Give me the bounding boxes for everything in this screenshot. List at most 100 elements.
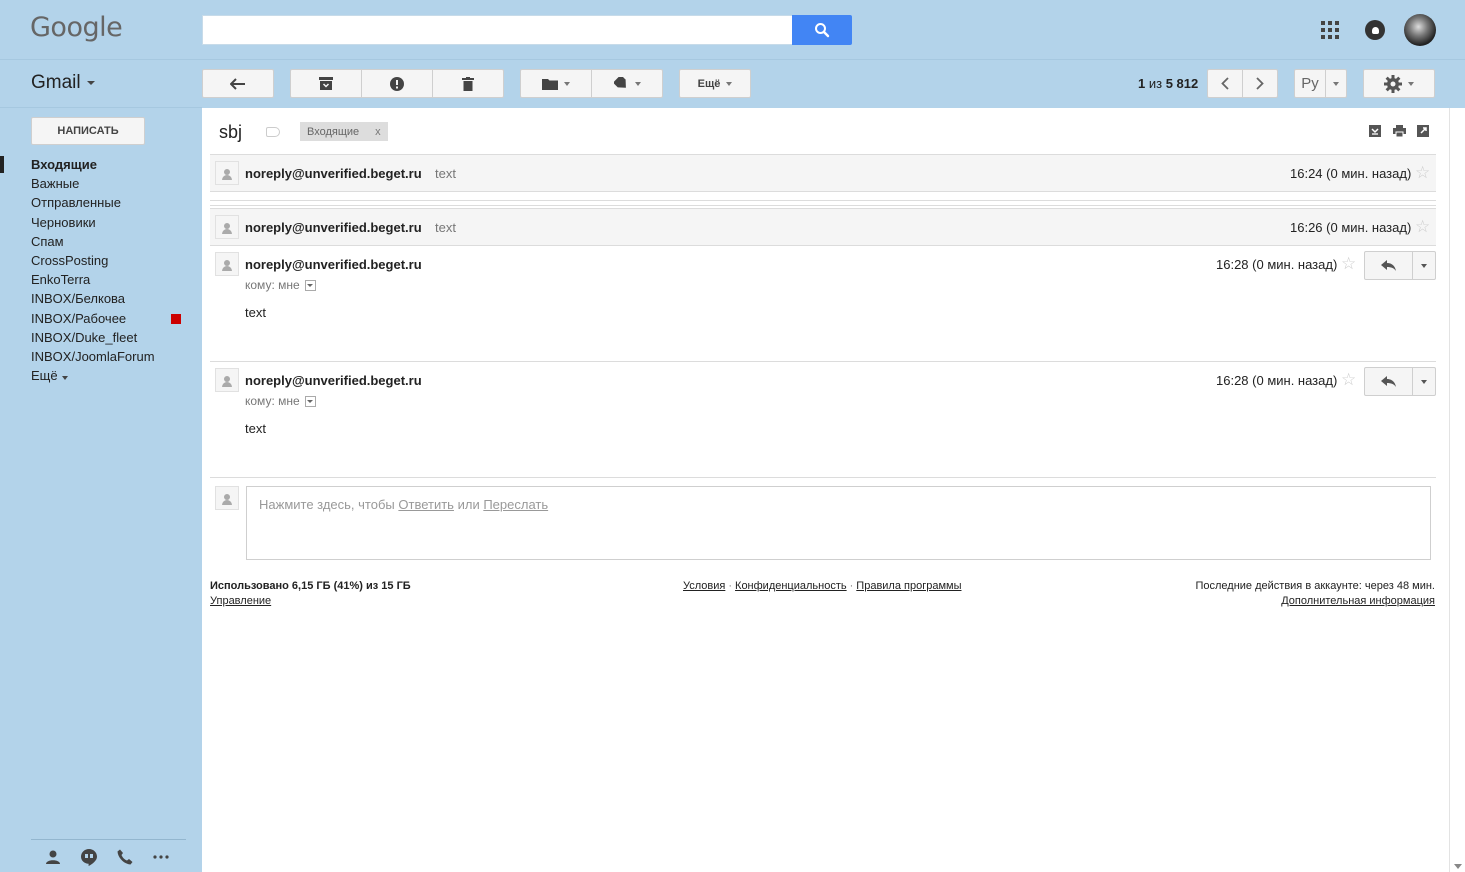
recipients-text: кому: мне (245, 394, 300, 408)
pager-counter: 1 из 5 812 (1138, 76, 1198, 91)
message-collapsed-1[interactable]: noreply@unverified.beget.ru text 16:24 (… (210, 154, 1436, 192)
program-policies-link[interactable]: Правила программы (856, 580, 961, 592)
chevron-down-icon (1333, 81, 1339, 86)
message-sender: noreply@unverified.beget.ru (245, 166, 422, 181)
sidebar-item-inbox-joomlaforum[interactable]: INBOX/JoomlaForum (0, 347, 200, 366)
apps-grid-icon[interactable] (1321, 21, 1339, 39)
report-spam-icon (390, 76, 404, 91)
sidebar-item-label: Ещё (31, 368, 58, 384)
star-icon[interactable]: ☆ (1341, 371, 1356, 388)
sidebar-item-important[interactable]: Важные (0, 174, 200, 193)
labels-button[interactable] (591, 69, 663, 98)
sender-avatar-icon (215, 161, 239, 185)
manage-storage-link[interactable]: Управление (210, 595, 411, 607)
reply-split-button (1364, 367, 1436, 396)
sidebar-item-inbox[interactable]: Входящие (0, 155, 200, 174)
reply-more-dropdown[interactable] (1413, 252, 1435, 279)
folder-icon (542, 78, 558, 90)
phone-icon[interactable] (116, 848, 134, 866)
chevron-down-icon (726, 81, 733, 86)
message-body: text (245, 305, 266, 320)
new-window-icon[interactable] (1417, 125, 1429, 137)
chevron-down-icon (634, 81, 641, 86)
settings-button[interactable] (1363, 69, 1435, 98)
reply-or-text: или (457, 497, 480, 512)
reply-link[interactable]: Ответить (398, 497, 454, 512)
star-icon[interactable]: ☆ (1415, 164, 1430, 181)
message-snippet: text (435, 166, 456, 181)
sidebar-item-crossposting[interactable]: CrossPosting (0, 251, 200, 270)
activity-details-link[interactable]: Дополнительная информация (1195, 595, 1435, 607)
expand-all-icon[interactable] (1369, 125, 1381, 137)
sidebar-item-enkoterra[interactable]: EnkoTerra (0, 270, 200, 289)
sidebar-item-more[interactable]: Ещё (0, 366, 200, 385)
move-to-button[interactable] (520, 69, 592, 98)
label-chip-inbox[interactable]: Входящие x (300, 122, 388, 141)
privacy-link[interactable]: Конфиденциальность (735, 580, 847, 592)
newer-button[interactable] (1207, 69, 1243, 98)
more-actions-button[interactable]: Ещё (679, 69, 751, 98)
quick-reply-box[interactable]: Нажмите здесь, чтобы Ответить или Пересл… (246, 486, 1431, 560)
sidebar-item-inbox-duke-fleet[interactable]: INBOX/Duke_fleet (0, 328, 200, 347)
message-sender[interactable]: noreply@unverified.beget.ru (245, 257, 422, 272)
storage-usage-text: Использовано 6,15 ГБ (41%) из 15 ГБ (210, 580, 411, 592)
message-collapsed-2[interactable]: noreply@unverified.beget.ru text 16:26 (… (210, 208, 1436, 246)
contacts-icon[interactable] (44, 848, 62, 866)
older-button[interactable] (1242, 69, 1278, 98)
report-spam-button[interactable] (361, 69, 433, 98)
reply-button[interactable] (1365, 368, 1413, 395)
sidebar-nav: Входящие Важные Отправленные Черновики С… (0, 155, 200, 385)
label-color-swatch[interactable] (171, 313, 181, 324)
header-divider (0, 59, 1465, 60)
search-input[interactable] (202, 15, 792, 45)
sidebar-item-drafts[interactable]: Черновики (0, 213, 200, 232)
input-tools-label: Ру (1301, 75, 1319, 92)
chevron-left-icon (1221, 77, 1229, 90)
compose-button[interactable]: НАПИСАТЬ (31, 117, 145, 145)
importance-marker-icon[interactable] (266, 127, 280, 137)
gmail-switcher[interactable]: Gmail (31, 72, 95, 94)
show-details-dropdown[interactable] (304, 279, 316, 291)
pager-separator: из (1148, 76, 1163, 91)
reply-button[interactable] (1365, 252, 1413, 279)
remove-label-button[interactable]: x (375, 126, 381, 138)
delete-button[interactable] (432, 69, 504, 98)
input-tools-button[interactable]: Ру (1294, 69, 1347, 98)
message-time: 16:26 (0 мин. назад) (1290, 220, 1412, 235)
back-button[interactable] (202, 69, 274, 98)
chevron-down-icon (86, 80, 95, 85)
star-icon[interactable]: ☆ (1415, 218, 1430, 235)
recipients-text: кому: мне (245, 278, 300, 292)
reply-prefix-text: Нажмите здесь, чтобы (259, 497, 395, 512)
more-actions-label: Ещё (697, 77, 721, 90)
pager-total: 5 812 (1165, 76, 1199, 91)
forward-link[interactable]: Переслать (483, 497, 548, 512)
sidebar-bottom-icons (44, 848, 170, 866)
hangouts-icon[interactable] (80, 848, 98, 866)
thread-view: sbj Входящие x noreply@unverified.beget.… (202, 108, 1449, 872)
archive-icon (319, 77, 333, 90)
terms-link[interactable]: Условия (683, 580, 725, 592)
label-tag-icon (613, 77, 626, 88)
main-scrollbar[interactable] (1449, 108, 1465, 872)
show-details-dropdown[interactable] (304, 395, 316, 407)
sidebar-item-inbox-belkova[interactable]: INBOX/Белкова (0, 289, 200, 308)
archive-button[interactable] (290, 69, 362, 98)
sidebar-item-sent[interactable]: Отправленные (0, 193, 200, 212)
more-dots-icon[interactable] (152, 848, 170, 866)
print-icon[interactable] (1393, 125, 1406, 138)
message-snippet: text (435, 220, 456, 235)
google-logo[interactable]: Google (30, 12, 123, 43)
account-avatar[interactable] (1404, 14, 1436, 46)
sidebar-bottom-divider (31, 839, 186, 840)
collapsed-messages-divider[interactable] (210, 200, 1436, 206)
reply-more-dropdown[interactable] (1413, 368, 1435, 395)
sender-avatar-icon (215, 368, 239, 392)
message-expanded-4: noreply@unverified.beget.ru 16:28 (0 мин… (210, 362, 1436, 478)
search-button[interactable] (792, 15, 852, 45)
star-icon[interactable]: ☆ (1341, 255, 1356, 272)
sidebar-item-spam[interactable]: Спам (0, 232, 200, 251)
message-sender[interactable]: noreply@unverified.beget.ru (245, 373, 422, 388)
notifications-icon[interactable] (1365, 20, 1385, 40)
sidebar-item-inbox-rabochee[interactable]: INBOX/Рабочее (0, 309, 200, 328)
